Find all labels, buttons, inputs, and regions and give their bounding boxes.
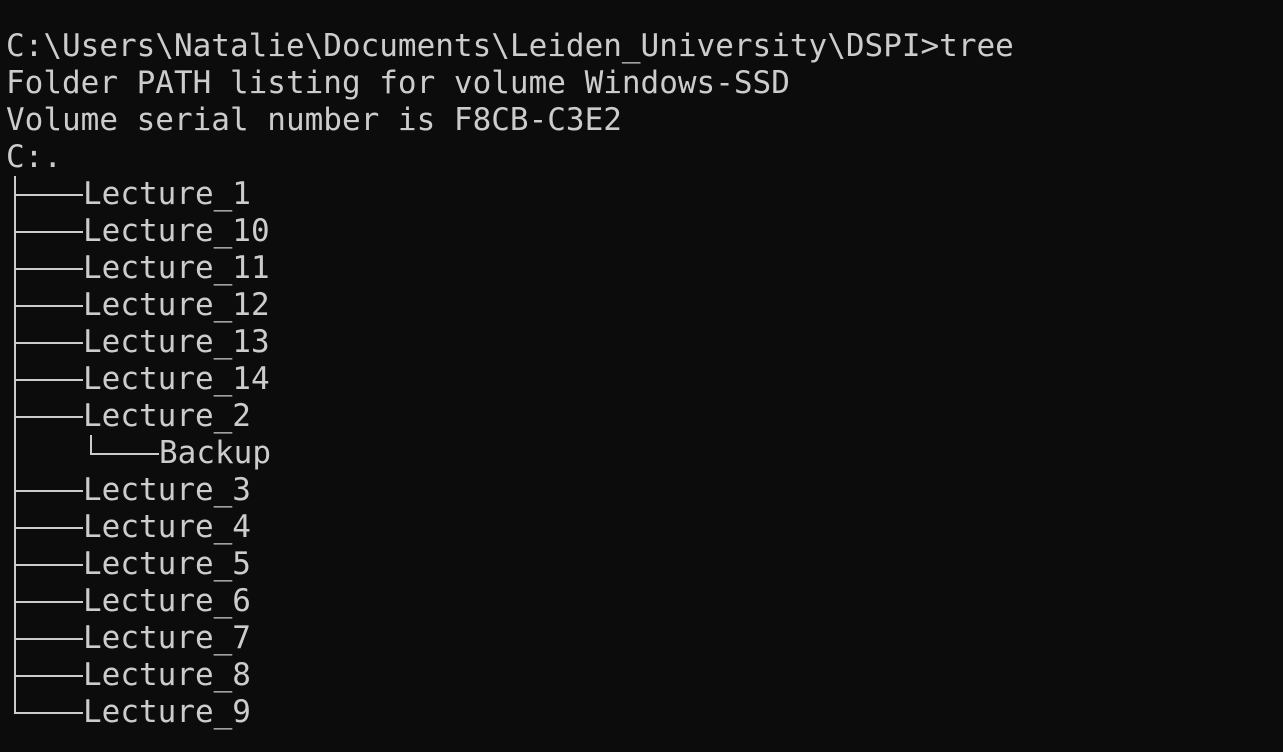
tree-folder-row: Lecture_12 <box>6 287 1283 324</box>
volume-label-line: Folder PATH listing for volume Windows-S… <box>6 65 790 101</box>
tree-folder-row: Lecture_9 <box>6 694 1283 731</box>
tree-branch-line <box>14 379 83 381</box>
folder-name: Lecture_12 <box>83 287 270 323</box>
tree-branch-line <box>14 564 83 566</box>
tree-trunk-line <box>14 694 16 713</box>
folder-name: Lecture_7 <box>83 620 251 656</box>
tree-folder-row: Lecture_3 <box>6 472 1283 509</box>
tree-folder-row: Lecture_5 <box>6 546 1283 583</box>
folder-name: Lecture_2 <box>83 398 251 434</box>
subfolder-name: Backup <box>159 435 271 471</box>
folder-name: Lecture_1 <box>83 176 251 212</box>
folder-name: Lecture_13 <box>83 324 270 360</box>
tree-branch-line <box>14 675 83 677</box>
command-prompt-line: C:\Users\Natalie\Documents\Leiden_Univer… <box>6 28 1014 64</box>
tree-folder-row: Lecture_13 <box>6 324 1283 361</box>
subtree-branch-line <box>90 435 92 454</box>
folder-name: Lecture_11 <box>83 250 270 286</box>
tree-folder-row: Lecture_7 <box>6 620 1283 657</box>
serial-number-line: Volume serial number is F8CB-C3E2 <box>6 102 622 138</box>
tree-folder-row: Lecture_1 <box>6 176 1283 213</box>
folder-name: Lecture_5 <box>83 546 251 582</box>
tree-branch-line <box>14 231 83 233</box>
tree-branch-line <box>14 268 83 270</box>
subtree-branch-line <box>90 453 159 455</box>
tree-branch-line <box>14 527 83 529</box>
tree-branch-line <box>14 416 83 418</box>
tree-folder-row: Lecture_2 <box>6 398 1283 435</box>
folder-name: Lecture_4 <box>83 509 251 545</box>
tree-branch-line <box>14 601 83 603</box>
tree-folder-row: Lecture_11 <box>6 250 1283 287</box>
folder-name: Lecture_14 <box>83 361 270 397</box>
tree-root: C:. <box>6 139 62 175</box>
tree-branch-line <box>14 194 83 196</box>
folder-name: Lecture_9 <box>83 694 251 730</box>
tree-branch-line <box>14 305 83 307</box>
terminal-window[interactable]: C:\Users\Natalie\Documents\Leiden_Univer… <box>0 0 1283 752</box>
tree-folder-row: Lecture_4 <box>6 509 1283 546</box>
folder-tree: Lecture_1 Lecture_10 Lecture_11 Lecture_12 L… <box>6 176 1283 731</box>
tree-folder-row: Lecture_10 <box>6 213 1283 250</box>
tree-subfolder-row: Backup <box>6 435 1283 472</box>
folder-name: Lecture_8 <box>83 657 251 693</box>
tree-branch-line <box>14 342 83 344</box>
tree-branch-line <box>14 712 83 714</box>
tree-branch-line <box>14 638 83 640</box>
tree-folder-row: Lecture_6 <box>6 583 1283 620</box>
folder-name: Lecture_3 <box>83 472 251 508</box>
folder-name: Lecture_6 <box>83 583 251 619</box>
folder-name: Lecture_10 <box>83 213 270 249</box>
tree-trunk-line <box>14 435 16 472</box>
tree-folder-row: Lecture_8 <box>6 657 1283 694</box>
tree-folder-row: Lecture_14 <box>6 361 1283 398</box>
tree-branch-line <box>14 490 83 492</box>
